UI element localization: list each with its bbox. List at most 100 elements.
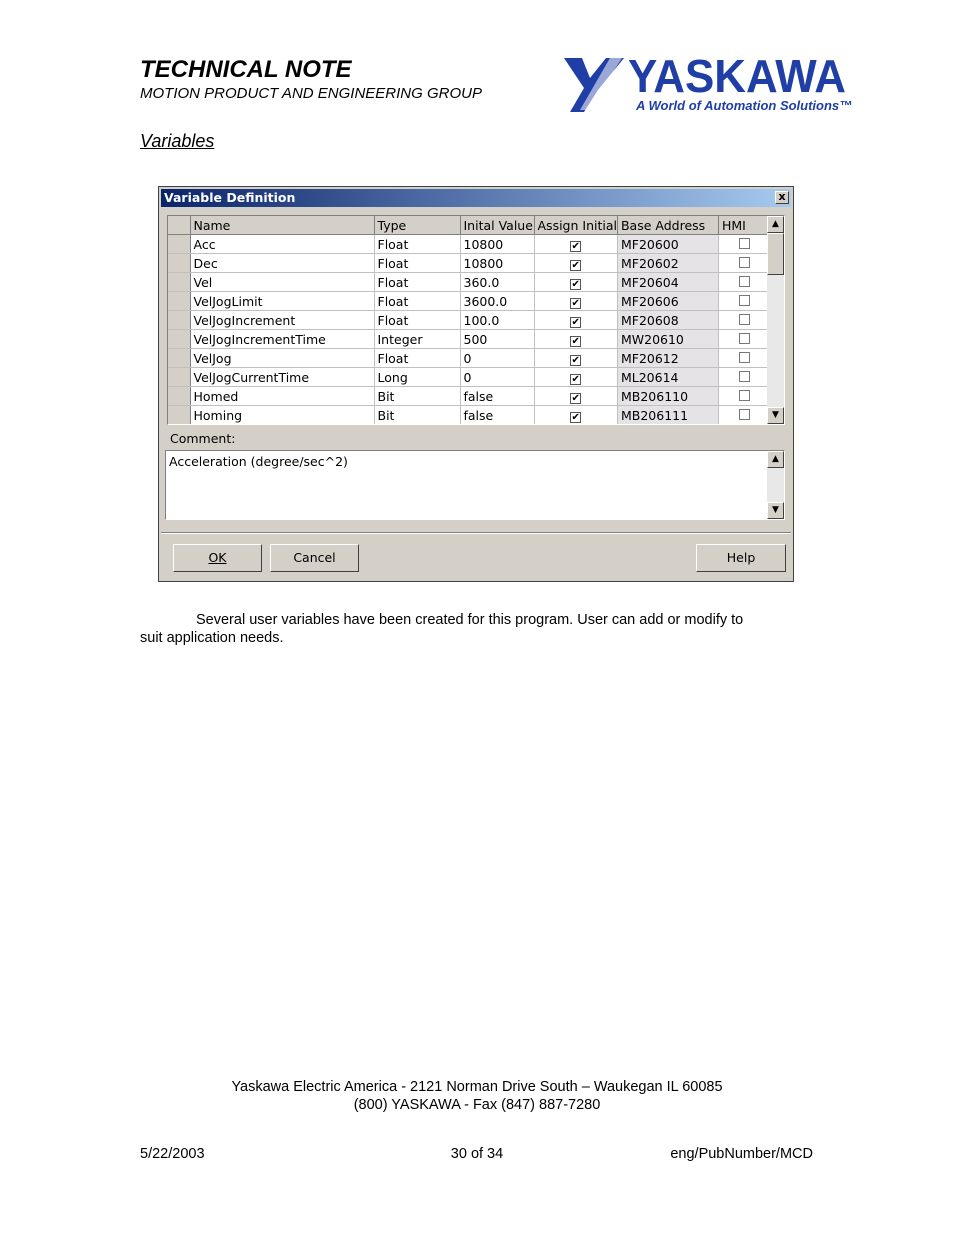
table-row[interactable]: VelJogIncrementTime Integer 500 ✔ MW20610 (168, 329, 771, 349)
variable-type-cell[interactable]: Bit (374, 386, 461, 406)
variable-type-cell[interactable]: Float (374, 234, 461, 254)
column-header[interactable]: Base Address (617, 216, 719, 235)
hmi-checkbox[interactable] (738, 332, 750, 344)
initial-value-cell[interactable]: false (460, 386, 535, 406)
scroll-thumb[interactable] (767, 233, 784, 275)
grid-scrollbar[interactable]: ▲ ▼ (767, 216, 784, 424)
variable-name-cell[interactable]: Dec (190, 253, 375, 273)
scroll-down-icon[interactable]: ▼ (767, 407, 784, 424)
variable-type-cell[interactable]: Float (374, 348, 461, 368)
column-header[interactable]: Assign Initial (534, 216, 618, 235)
initial-value-cell[interactable]: false (460, 405, 535, 424)
scroll-up-icon[interactable]: ▲ (767, 216, 784, 233)
variable-name-cell[interactable]: Homing (190, 405, 375, 424)
table-row[interactable]: VelJogCurrentTime Long 0 ✔ ML20614 (168, 367, 771, 387)
column-header[interactable]: HMI (718, 216, 771, 235)
table-row[interactable]: VelJog Float 0 ✔ MF20612 (168, 348, 771, 368)
hmi-checkbox[interactable] (738, 294, 750, 306)
initial-value-cell[interactable]: 100.0 (460, 310, 535, 330)
assign-initial-cell[interactable]: ✔ (534, 367, 618, 387)
assign-initial-checkbox[interactable]: ✔ (570, 373, 582, 385)
assign-initial-checkbox[interactable]: ✔ (570, 278, 582, 290)
row-selector[interactable] (168, 405, 191, 424)
assign-initial-cell[interactable]: ✔ (534, 272, 618, 292)
variable-name-cell[interactable]: VelJog (190, 348, 375, 368)
hmi-checkbox[interactable] (738, 256, 750, 268)
initial-value-cell[interactable]: 3600.0 (460, 291, 535, 311)
variable-type-cell[interactable]: Bit (374, 405, 461, 424)
table-row[interactable]: Homed Bit false ✔ MB206110 (168, 386, 771, 406)
assign-initial-checkbox[interactable]: ✔ (570, 354, 582, 366)
cancel-button[interactable]: Cancel (270, 544, 359, 572)
row-selector[interactable] (168, 253, 191, 273)
variable-name-cell[interactable]: VelJogIncrement (190, 310, 375, 330)
hmi-checkbox[interactable] (738, 408, 750, 420)
variable-name-cell[interactable]: Acc (190, 234, 375, 254)
help-button[interactable]: Help (696, 544, 786, 572)
hmi-cell[interactable] (718, 310, 771, 330)
hmi-checkbox[interactable] (738, 313, 750, 325)
assign-initial-cell[interactable]: ✔ (534, 329, 618, 349)
assign-initial-cell[interactable]: ✔ (534, 348, 618, 368)
initial-value-cell[interactable]: 10800 (460, 253, 535, 273)
hmi-cell[interactable] (718, 272, 771, 292)
row-selector[interactable] (168, 386, 191, 406)
hmi-checkbox[interactable] (738, 351, 750, 363)
hmi-cell[interactable] (718, 367, 771, 387)
hmi-cell[interactable] (718, 291, 771, 311)
table-row[interactable]: Acc Float 10800 ✔ MF20600 (168, 234, 771, 254)
hmi-cell[interactable] (718, 386, 771, 406)
initial-value-cell[interactable]: 0 (460, 367, 535, 387)
variable-type-cell[interactable]: Integer (374, 329, 461, 349)
assign-initial-checkbox[interactable]: ✔ (570, 259, 582, 271)
column-header[interactable]: Inital Value (460, 216, 535, 235)
assign-initial-cell[interactable]: ✔ (534, 234, 618, 254)
variable-name-cell[interactable]: Homed (190, 386, 375, 406)
scroll-down-icon[interactable]: ▼ (767, 502, 784, 519)
hmi-cell[interactable] (718, 329, 771, 349)
comment-scrollbar[interactable]: ▲ ▼ (767, 451, 784, 519)
variable-name-cell[interactable]: VelJogIncrementTime (190, 329, 375, 349)
assign-initial-cell[interactable]: ✔ (534, 310, 618, 330)
table-row[interactable]: VelJogLimit Float 3600.0 ✔ MF20606 (168, 291, 771, 311)
variable-type-cell[interactable]: Long (374, 367, 461, 387)
hmi-cell[interactable] (718, 405, 771, 424)
row-selector[interactable] (168, 291, 191, 311)
assign-initial-checkbox[interactable]: ✔ (570, 335, 582, 347)
variable-type-cell[interactable]: Float (374, 253, 461, 273)
variable-type-cell[interactable]: Float (374, 310, 461, 330)
assign-initial-checkbox[interactable]: ✔ (570, 316, 582, 328)
hmi-checkbox[interactable] (738, 237, 750, 249)
hmi-cell[interactable] (718, 234, 771, 254)
comment-textarea[interactable]: Acceleration (degree/sec^2) ▲ ▼ (165, 450, 785, 520)
hmi-checkbox[interactable] (738, 370, 750, 382)
row-selector[interactable] (168, 329, 191, 349)
assign-initial-cell[interactable]: ✔ (534, 253, 618, 273)
scroll-up-icon[interactable]: ▲ (767, 451, 784, 468)
hmi-checkbox[interactable] (738, 389, 750, 401)
column-header[interactable]: Type (374, 216, 461, 235)
row-selector[interactable] (168, 234, 191, 254)
initial-value-cell[interactable]: 10800 (460, 234, 535, 254)
variable-name-cell[interactable]: VelJogLimit (190, 291, 375, 311)
assign-initial-checkbox[interactable]: ✔ (570, 297, 582, 309)
assign-initial-checkbox[interactable]: ✔ (570, 240, 582, 252)
column-header[interactable]: Name (190, 216, 375, 235)
row-selector[interactable] (168, 272, 191, 292)
initial-value-cell[interactable]: 500 (460, 329, 535, 349)
close-button[interactable]: x (775, 191, 789, 204)
table-row[interactable]: Homing Bit false ✔ MB206111 (168, 405, 771, 424)
table-row[interactable]: VelJogIncrement Float 100.0 ✔ MF20608 (168, 310, 771, 330)
variable-name-cell[interactable]: Vel (190, 272, 375, 292)
dialog-title-bar[interactable]: Variable Definition x (161, 189, 791, 207)
variable-type-cell[interactable]: Float (374, 272, 461, 292)
assign-initial-cell[interactable]: ✔ (534, 405, 618, 424)
row-selector[interactable] (168, 348, 191, 368)
ok-button[interactable]: OK (173, 544, 262, 572)
hmi-cell[interactable] (718, 348, 771, 368)
assign-initial-checkbox[interactable]: ✔ (570, 411, 582, 423)
row-selector[interactable] (168, 310, 191, 330)
table-row[interactable]: Dec Float 10800 ✔ MF20602 (168, 253, 771, 273)
variable-name-cell[interactable]: VelJogCurrentTime (190, 367, 375, 387)
initial-value-cell[interactable]: 0 (460, 348, 535, 368)
